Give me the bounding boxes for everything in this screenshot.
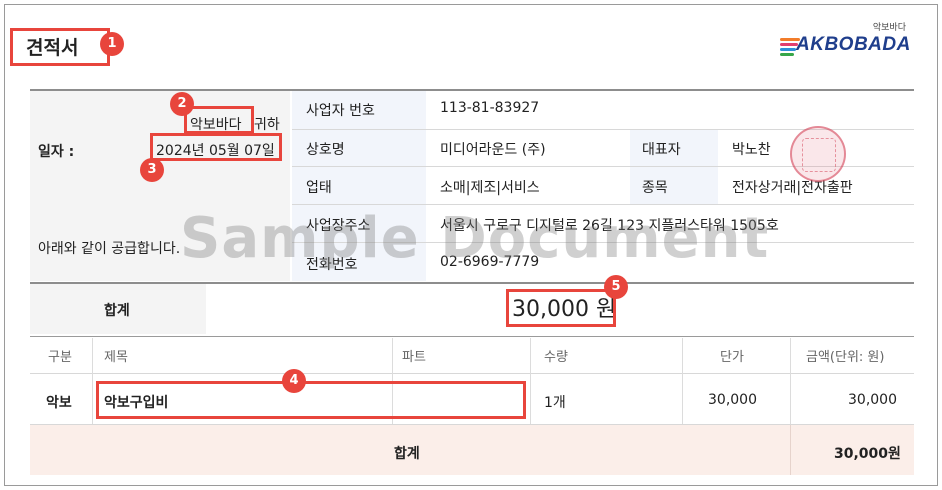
type-label: 종목 (642, 180, 668, 196)
reg-no-value: 113-81-83927 (440, 100, 540, 116)
row-line (292, 204, 914, 205)
company-label: 상호명 (306, 142, 345, 158)
type-value: 전자상거래|전자출판 (732, 180, 853, 196)
recipient-suffix: 귀하 (254, 117, 280, 133)
highlight-date (150, 133, 282, 161)
supply-notice: 아래와 같이 공급합니다. (38, 241, 181, 257)
footer-total-amount: 30,000원 (834, 446, 901, 462)
col-divider (790, 425, 791, 475)
col-divider (682, 338, 683, 424)
badge-1: 1 (100, 32, 124, 56)
footer-total-row (30, 425, 914, 475)
badge-4: 4 (282, 369, 306, 393)
akbobada-logo: 악보바다 AKBOBADA (780, 20, 910, 64)
total-label: 합계 (104, 303, 130, 319)
col-header-title: 제목 (104, 350, 128, 365)
ceo-label: 대표자 (642, 142, 681, 158)
col-header-part: 파트 (402, 350, 426, 365)
logo-subtitle: 악보바다 (872, 23, 906, 33)
date-label: 일자 : (38, 144, 75, 160)
footer-total-label: 합계 (394, 446, 420, 462)
item-amount: 30,000 (848, 392, 897, 408)
ceo-value: 박노찬 (732, 142, 771, 158)
col-header-amount: 금액(단위: 원) (806, 350, 885, 365)
reg-no-label: 사업자 번호 (306, 103, 375, 119)
item-category: 악보 (46, 395, 72, 411)
company-seal-stamp-icon (790, 126, 846, 182)
badge-3: 3 (140, 158, 164, 182)
business-label: 업태 (306, 180, 332, 196)
highlight-title (10, 28, 110, 66)
item-qty: 1개 (544, 395, 566, 411)
highlight-item-title (96, 381, 526, 419)
badge-5: 5 (604, 275, 628, 299)
business-value: 소매|제조|서비스 (440, 180, 540, 196)
highlight-total (506, 289, 616, 327)
item-unit-price: 30,000 (708, 392, 757, 408)
highlight-recipient (184, 106, 254, 134)
sample-watermark: Sample Document (180, 206, 770, 271)
badge-2: 2 (170, 92, 194, 116)
col-header-qty: 수량 (544, 350, 568, 365)
company-value: 미디어라운드 (주) (440, 142, 546, 158)
col-header-unit-price: 단가 (720, 350, 744, 365)
total-divider-bottom (30, 336, 914, 337)
logo-wordmark: AKBOBADA (796, 34, 911, 55)
header-row-line (30, 373, 914, 374)
col-divider (530, 338, 531, 424)
col-header-category: 구분 (48, 350, 72, 365)
col-divider (92, 338, 93, 424)
